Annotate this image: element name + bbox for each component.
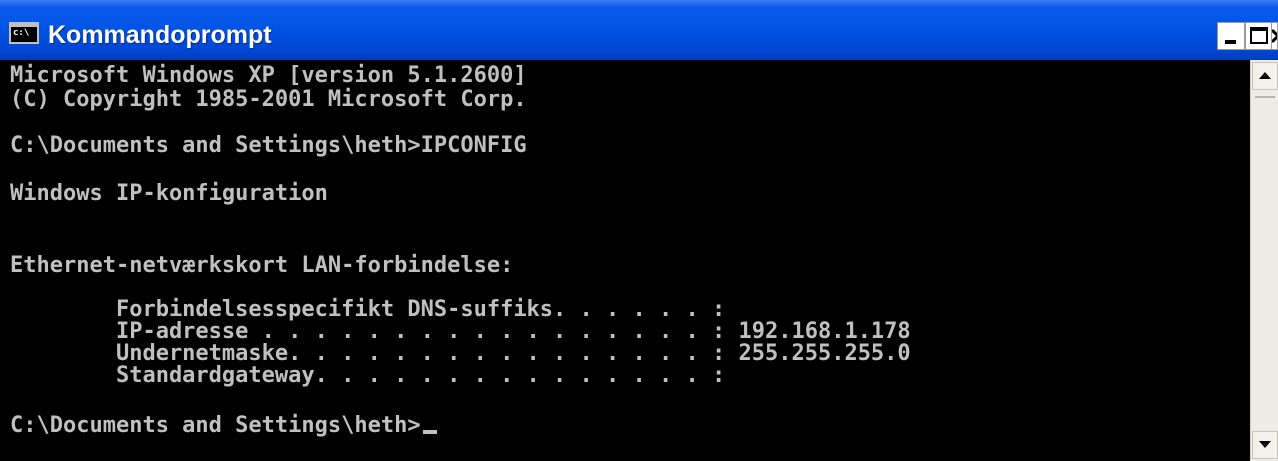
scroll-up-button[interactable] bbox=[1252, 62, 1278, 90]
console-line: Standardgateway. . . . . . . . . . . . .… bbox=[10, 363, 726, 388]
prompt-text: C:\Documents and Settings\heth> bbox=[10, 413, 421, 438]
scroll-down-button[interactable] bbox=[1252, 431, 1278, 459]
console-line: Ethernet-netværkskort LAN-forbindelse: bbox=[10, 253, 514, 278]
minimize-button[interactable] bbox=[1217, 22, 1245, 50]
window-title: Kommandoprompt bbox=[48, 21, 272, 49]
scroll-track[interactable] bbox=[1252, 90, 1278, 430]
minimize-icon bbox=[1225, 40, 1236, 44]
console-line: C:\Documents and Settings\heth>IPCONFIG bbox=[10, 133, 527, 158]
scroll-up-arrow-icon bbox=[1259, 72, 1271, 79]
text-cursor bbox=[422, 430, 437, 434]
console-line: Microsoft Windows XP [version 5.1.2600] bbox=[10, 63, 527, 88]
scroll-thumb[interactable] bbox=[1255, 96, 1275, 98]
close-button[interactable] bbox=[1271, 22, 1278, 50]
maximize-icon bbox=[1250, 27, 1268, 44]
scroll-down-arrow-icon bbox=[1259, 441, 1271, 448]
console-line: Windows IP-konfiguration bbox=[10, 181, 328, 206]
maximize-button[interactable] bbox=[1245, 22, 1273, 50]
console-output[interactable]: Microsoft Windows XP [version 5.1.2600] … bbox=[0, 60, 1250, 461]
vertical-scrollbar[interactable] bbox=[1250, 60, 1278, 461]
command-prompt-window: c:\ Kommandoprompt Microsoft Windows XP … bbox=[0, 0, 1278, 461]
console-line: (C) Copyright 1985-2001 Microsoft Corp. bbox=[10, 87, 527, 112]
title-bar[interactable]: c:\ Kommandoprompt bbox=[0, 0, 1278, 60]
command-prompt-line[interactable]: C:\Documents and Settings\heth> bbox=[10, 414, 437, 438]
console-icon[interactable]: c:\ bbox=[9, 22, 39, 44]
close-icon bbox=[1272, 28, 1277, 44]
